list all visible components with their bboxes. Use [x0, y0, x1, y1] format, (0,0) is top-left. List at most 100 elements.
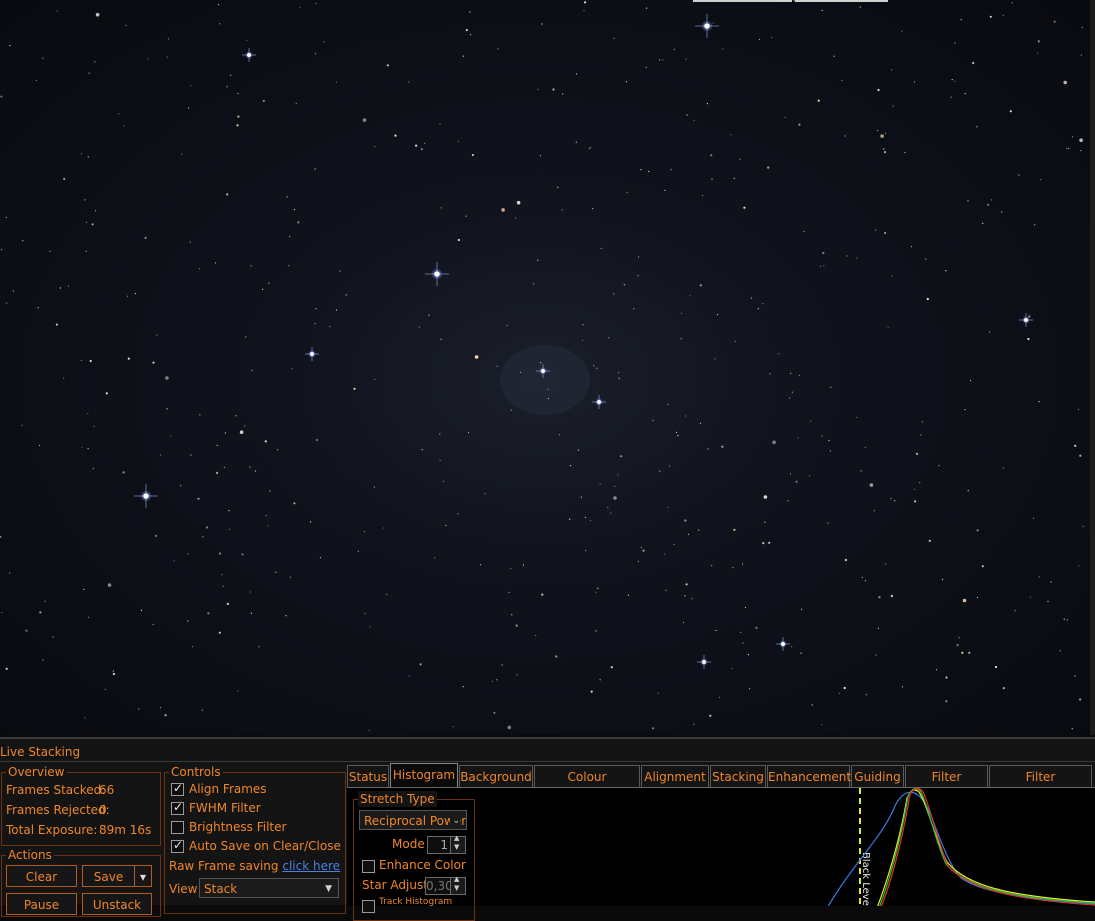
star: [721, 445, 724, 448]
star: [844, 135, 846, 137]
star: [945, 700, 948, 703]
star: [190, 85, 192, 87]
star: [92, 467, 94, 470]
star: [595, 630, 597, 632]
star-field: [0, 0, 1084, 731]
star: [262, 99, 265, 103]
star: [926, 297, 929, 301]
total-exposure-value: 89m 16s: [99, 823, 152, 837]
star: [1, 612, 3, 614]
view-select[interactable]: Stack ▼: [199, 878, 339, 898]
auto-save-label: Auto Save on Clear/Close: [189, 839, 341, 853]
panel-divider: [0, 761, 1095, 762]
unstack-button[interactable]: Unstack: [82, 893, 152, 915]
star: [223, 466, 226, 468]
star: [189, 241, 191, 243]
star: [938, 465, 940, 467]
star: [803, 230, 805, 233]
star: [152, 623, 154, 626]
star: [659, 470, 661, 472]
star: [684, 595, 686, 597]
star: [428, 314, 430, 316]
tab-filter-brightness[interactable]: Filter (Brightness): [989, 765, 1092, 806]
stacked-image-view[interactable]: [0, 0, 1090, 735]
bright-star: [776, 637, 790, 651]
pause-button[interactable]: Pause: [6, 893, 77, 915]
bright-star: [305, 347, 319, 361]
star: [49, 250, 51, 252]
star: [386, 64, 389, 67]
star: [941, 578, 944, 581]
star: [91, 223, 94, 226]
fwhm-filter-checkbox[interactable]: [171, 800, 184, 815]
star: [599, 679, 601, 681]
auto-save-checkbox[interactable]: [171, 838, 184, 853]
tab-colour-calibration[interactable]: Colour Calibration: [534, 765, 640, 806]
star: [791, 391, 794, 393]
star: [846, 255, 848, 257]
star: [640, 169, 642, 171]
tab-status[interactable]: Status: [347, 765, 389, 787]
tab-stacking[interactable]: Stacking: [710, 765, 766, 787]
star: [353, 387, 356, 390]
star: [710, 154, 713, 157]
histogram-tab-content: Stretch Type Reciprocal Power ⌄ Mode 1 E…: [347, 787, 1095, 921]
star: [457, 513, 459, 515]
tab-enhancement[interactable]: Enhancement: [767, 765, 851, 787]
star: [452, 726, 454, 728]
star: [809, 475, 811, 477]
tab-background[interactable]: Background: [459, 765, 533, 787]
star: [670, 169, 672, 171]
raw-frame-link[interactable]: click here: [282, 859, 340, 873]
star: [1001, 211, 1003, 213]
tab-histogram[interactable]: Histogram: [390, 763, 458, 787]
save-dropdown-button[interactable]: ▾: [134, 865, 152, 887]
star: [596, 367, 598, 369]
star: [768, 541, 771, 544]
star: [981, 565, 984, 568]
star: [798, 123, 801, 126]
star: [245, 336, 247, 338]
star: [734, 340, 736, 343]
star: [904, 151, 906, 154]
star: [645, 66, 647, 68]
image-scrollbar[interactable]: [1090, 0, 1095, 735]
star: [12, 290, 14, 292]
star: [613, 37, 615, 40]
star: [744, 606, 747, 609]
star: [790, 372, 792, 374]
star: [582, 324, 584, 326]
tab-guiding[interactable]: Guiding: [851, 765, 904, 787]
brightness-filter-checkbox[interactable]: [171, 821, 184, 834]
align-frames-label: Align Frames: [189, 782, 267, 796]
star: [976, 126, 978, 128]
star: [216, 444, 218, 446]
star: [841, 79, 843, 81]
star: [166, 408, 168, 410]
star: [758, 38, 761, 41]
star: [589, 146, 592, 148]
bright-star: [1019, 313, 1033, 327]
star: [787, 500, 789, 502]
frames-rejected-label: Frames Rejected:: [6, 803, 110, 817]
tab-filter-fwhm[interactable]: Filter (FWHM): [905, 765, 988, 806]
star: [1014, 610, 1016, 612]
star: [891, 275, 893, 277]
star: [714, 358, 716, 360]
star: [673, 543, 675, 545]
star: [1011, 2, 1013, 4]
star: [293, 502, 296, 505]
tab-alignment[interactable]: Alignment: [641, 765, 709, 787]
star: [742, 642, 744, 644]
star: [218, 631, 221, 634]
star: [134, 293, 137, 295]
star: [627, 594, 630, 596]
clear-button[interactable]: Clear: [6, 865, 77, 887]
save-button[interactable]: Save: [82, 865, 135, 887]
star: [520, 371, 522, 373]
histogram-plot[interactable]: Black Level: [347, 788, 1095, 906]
controls-legend: Controls: [169, 764, 223, 780]
star: [364, 613, 366, 615]
align-frames-checkbox[interactable]: [171, 781, 184, 796]
star: [383, 527, 385, 529]
